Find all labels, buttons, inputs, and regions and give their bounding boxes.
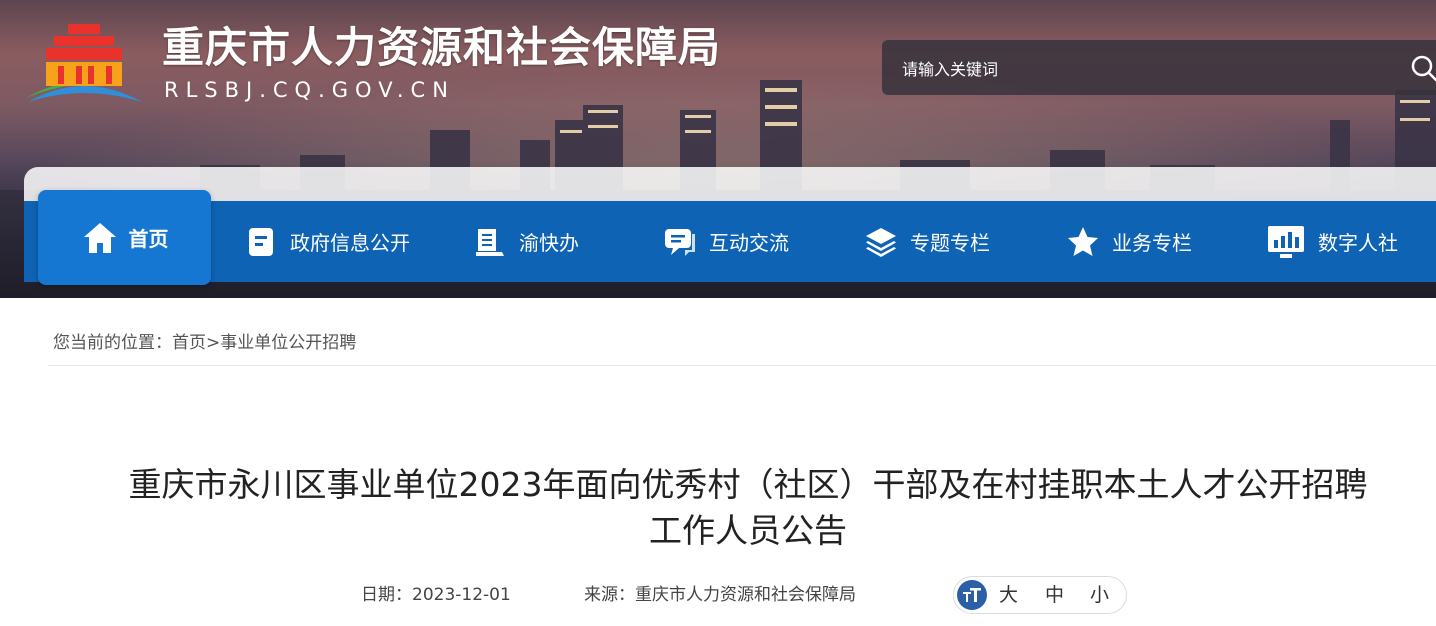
nav-item-gov-info[interactable]: 政府信息公开 xyxy=(244,201,410,282)
nav-item-home[interactable]: 首页 xyxy=(38,190,211,285)
breadcrumb: 您当前的位置：首页>事业单位公开招聘 xyxy=(53,330,356,356)
chat-icon xyxy=(663,225,697,259)
article-title: 重庆市永川区事业单位2023年面向优秀村（社区）干部及在村挂职本土人才公开招聘 … xyxy=(60,462,1436,554)
site-name: 重庆市人力资源和社会保障局 xyxy=(162,23,722,72)
book-icon xyxy=(473,225,507,259)
font-size-small[interactable]: 小 xyxy=(1090,583,1109,607)
chart-monitor-icon xyxy=(1266,225,1306,259)
nav-item-interaction[interactable]: 互动交流 xyxy=(663,201,789,282)
source-value: 重庆市人力资源和社会保障局 xyxy=(635,585,856,605)
breadcrumb-home-link[interactable]: 首页 xyxy=(172,333,206,353)
search-icon[interactable] xyxy=(1410,54,1436,82)
breadcrumb-current-link[interactable]: 事业单位公开招聘 xyxy=(220,333,356,353)
site-logo-emblem xyxy=(26,24,142,102)
nav-label-gov-info: 政府信息公开 xyxy=(290,231,410,255)
nav-item-business[interactable]: 业务专栏 xyxy=(1066,201,1192,282)
source-label: 来源： xyxy=(584,585,635,605)
font-size-medium[interactable]: 中 xyxy=(1045,583,1064,607)
article-title-line-2: 工作人员公告 xyxy=(649,511,847,550)
date-value: 2023-12-01 xyxy=(412,585,511,605)
breadcrumb-separator: > xyxy=(206,333,221,353)
article-source: 来源：重庆市人力资源和社会保障局 xyxy=(584,582,856,608)
breadcrumb-divider xyxy=(48,365,1436,366)
font-size-switcher: 大 中 小 xyxy=(953,576,1127,614)
font-size-icon xyxy=(957,580,987,610)
nav-label-special-topics: 专题专栏 xyxy=(910,231,990,255)
document-icon xyxy=(244,225,278,259)
article-date: 日期：2023-12-01 xyxy=(361,582,511,608)
nav-label-interaction: 互动交流 xyxy=(709,231,789,255)
article-title-line-1: 重庆市永川区事业单位2023年面向优秀村（社区）干部及在村挂职本土人才公开招聘 xyxy=(128,465,1368,504)
layers-icon xyxy=(864,225,898,259)
breadcrumb-prefix: 您当前的位置： xyxy=(53,333,172,353)
search-box xyxy=(882,40,1436,95)
nav-item-special-topics[interactable]: 专题专栏 xyxy=(864,201,990,282)
search-input[interactable] xyxy=(900,53,1384,85)
font-size-large[interactable]: 大 xyxy=(999,583,1018,607)
nav-label-yukuaiban: 渝快办 xyxy=(519,231,579,255)
date-label: 日期： xyxy=(361,585,412,605)
nav-item-yukuaiban[interactable]: 渝快办 xyxy=(473,201,579,282)
home-icon xyxy=(81,219,119,257)
site-domain: RLSBJ.CQ.GOV.CN xyxy=(164,78,455,102)
nav-label-business: 业务专栏 xyxy=(1112,231,1192,255)
nav-label-home: 首页 xyxy=(128,227,169,251)
nav-item-digital[interactable]: 数字人社 xyxy=(1266,201,1398,282)
star-icon xyxy=(1066,225,1100,259)
nav-label-digital: 数字人社 xyxy=(1318,231,1398,255)
